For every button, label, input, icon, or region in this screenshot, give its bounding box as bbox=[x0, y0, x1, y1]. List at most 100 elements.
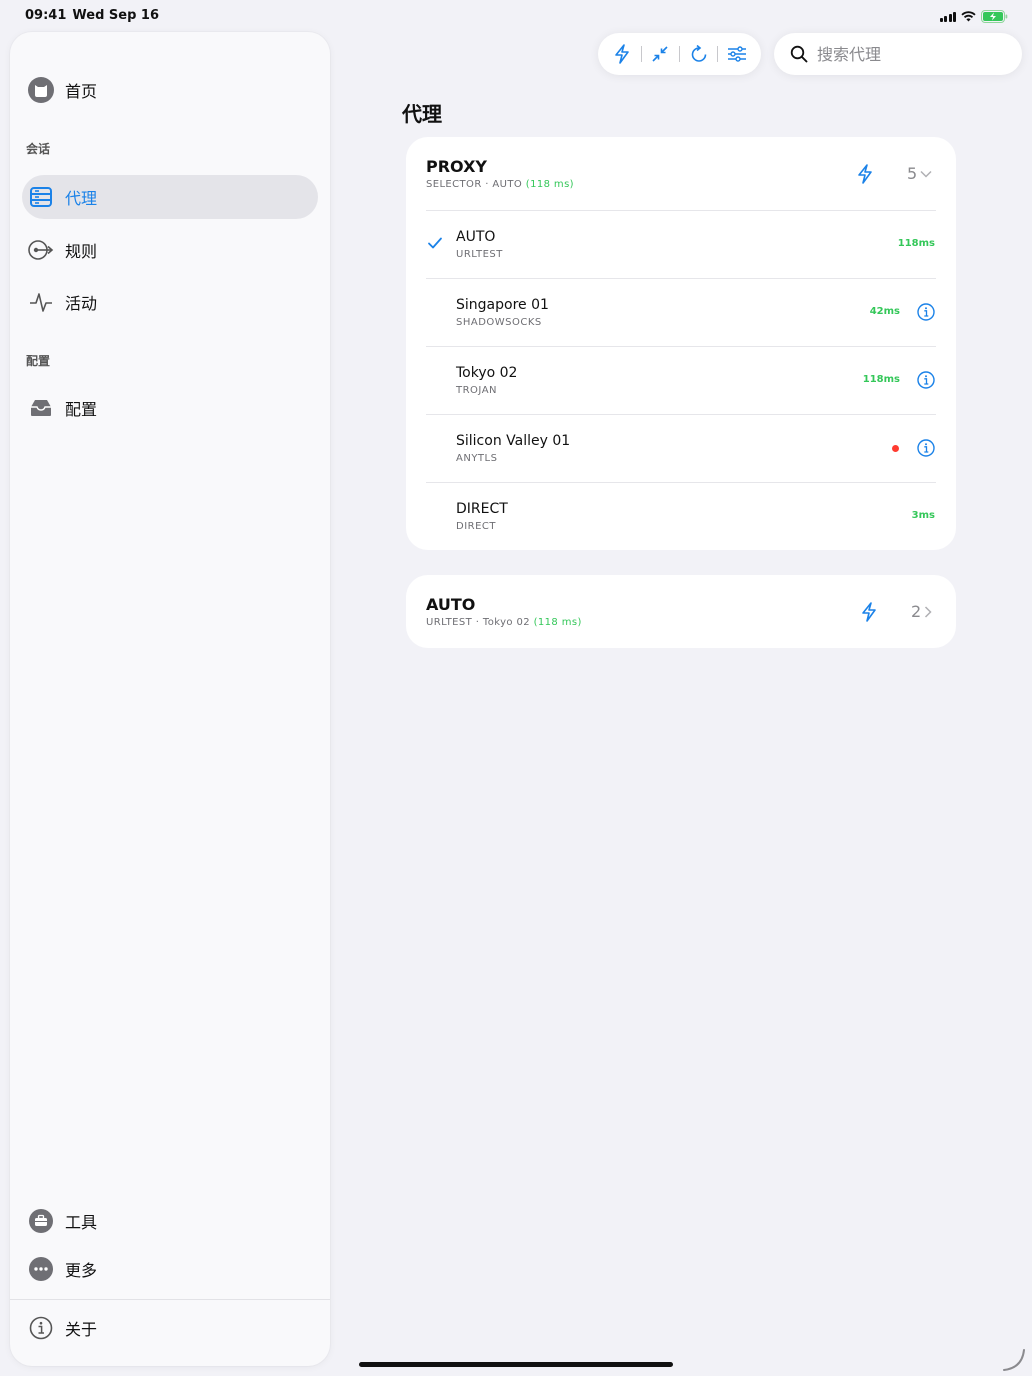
sidebar-item-label: 关于 bbox=[65, 1320, 98, 1339]
auto-group-card[interactable]: AUTO URLTEST · Tokyo 02 (118 ms) 2 bbox=[406, 575, 956, 648]
status-bar: 09:41 Wed Sep 16 bbox=[0, 0, 1032, 32]
proxy-name: Tokyo 02 bbox=[456, 365, 518, 381]
proxy-name: DIRECT bbox=[456, 501, 508, 517]
battery-charging-icon bbox=[981, 9, 1008, 23]
row-divider bbox=[426, 278, 936, 279]
status-indicators bbox=[939, 9, 1009, 23]
proxy-row-tokyo-02[interactable]: Tokyo 02 TROJAN 118ms bbox=[406, 346, 956, 414]
proxy-name: AUTO bbox=[456, 229, 496, 245]
wifi-icon bbox=[961, 10, 976, 21]
sidebar-item-config[interactable]: 配置 bbox=[22, 386, 318, 430]
group-count: 5 bbox=[907, 164, 918, 183]
sidebar-item-label: 活动 bbox=[65, 294, 98, 313]
proxy-type: DIRECT bbox=[456, 521, 497, 532]
server-stack-icon bbox=[27, 183, 55, 211]
proxy-name: Singapore 01 bbox=[456, 297, 549, 313]
proxy-row-silicon-valley-01[interactable]: Silicon Valley 01 ANYTLS bbox=[406, 414, 956, 482]
chevron-down-icon bbox=[920, 170, 932, 178]
sidebar: 首页 会话 代理 规则 活动 配置 配置 工具 更多 关于 bbox=[10, 32, 330, 1366]
sidebar-item-label: 代理 bbox=[65, 189, 98, 208]
info-icon[interactable] bbox=[917, 371, 935, 389]
chevron-right-icon bbox=[925, 605, 932, 618]
collapse-arrows-icon bbox=[652, 46, 668, 62]
search-bar[interactable] bbox=[774, 33, 1022, 75]
proxy-row-auto[interactable]: AUTO URLTEST 118ms bbox=[406, 210, 956, 278]
cellular-signal-icon bbox=[939, 11, 956, 22]
app-logo-icon bbox=[27, 76, 55, 104]
group-selected-latency: (118 ms) bbox=[533, 617, 582, 628]
page-title: 代理 bbox=[402, 102, 442, 126]
info-icon[interactable] bbox=[917, 303, 935, 321]
waveform-icon bbox=[27, 288, 55, 316]
sidebar-item-activity[interactable]: 活动 bbox=[22, 280, 318, 324]
group-test-latency-button[interactable] bbox=[859, 601, 879, 623]
group-subtitle: SELECTOR · AUTO (118 ms) bbox=[426, 179, 574, 190]
proxy-latency: 3ms bbox=[911, 510, 935, 521]
proxy-row-singapore-01[interactable]: Singapore 01 SHADOWSOCKS 42ms bbox=[406, 278, 956, 346]
toolbar bbox=[598, 33, 761, 75]
error-status-dot bbox=[892, 445, 899, 452]
bolt-icon bbox=[615, 44, 629, 64]
search-input[interactable] bbox=[817, 44, 1007, 64]
proxy-latency: 118ms bbox=[897, 238, 935, 249]
row-divider bbox=[426, 482, 936, 483]
collapse-all-button[interactable] bbox=[647, 41, 673, 67]
sidebar-item-rules[interactable]: 规则 bbox=[22, 228, 318, 272]
sidebar-item-tools[interactable]: 工具 bbox=[22, 1199, 318, 1243]
group-type: SELECTOR bbox=[426, 179, 482, 190]
row-divider bbox=[426, 210, 936, 211]
group-test-latency-button[interactable] bbox=[855, 163, 875, 185]
proxy-type: ANYTLS bbox=[456, 453, 498, 464]
sidebar-item-label: 规则 bbox=[65, 242, 98, 261]
status-clock: 09:41 bbox=[25, 8, 67, 23]
ellipsis-circle-icon bbox=[27, 1255, 55, 1283]
status-date: Wed Sep 16 bbox=[72, 8, 160, 23]
group-expand-toggle[interactable]: 5 bbox=[907, 164, 932, 183]
sidebar-item-proxies[interactable]: 代理 bbox=[22, 175, 318, 219]
status-time: 09:41 Wed Sep 16 bbox=[25, 8, 159, 23]
toolbar-separator bbox=[717, 46, 719, 62]
auto-group-header[interactable]: AUTO URLTEST · Tokyo 02 (118 ms) 2 bbox=[406, 575, 956, 648]
refresh-icon bbox=[691, 45, 706, 62]
sidebar-item-label: 更多 bbox=[65, 1261, 98, 1280]
sidebar-item-label: 首页 bbox=[65, 82, 98, 101]
resize-corner-icon[interactable] bbox=[1002, 1346, 1028, 1372]
refresh-button[interactable] bbox=[686, 41, 712, 67]
group-type: URLTEST bbox=[426, 617, 473, 628]
tray-icon bbox=[27, 394, 55, 422]
proxy-type: TROJAN bbox=[456, 385, 498, 396]
proxy-row-direct[interactable]: DIRECT DIRECT 3ms bbox=[406, 482, 956, 550]
home-indicator[interactable] bbox=[359, 1362, 673, 1367]
toolbox-icon bbox=[27, 1207, 55, 1235]
proxy-latency: 118ms bbox=[862, 374, 900, 385]
group-count: 2 bbox=[911, 602, 922, 621]
group-name: PROXY bbox=[426, 157, 487, 176]
toolbar-separator bbox=[640, 46, 642, 62]
info-circle-icon bbox=[27, 1314, 55, 1342]
route-icon bbox=[27, 236, 55, 264]
search-icon bbox=[790, 45, 808, 63]
row-divider bbox=[426, 346, 936, 347]
sidebar-item-about[interactable]: 关于 bbox=[22, 1306, 318, 1350]
toolbar-separator bbox=[678, 46, 680, 62]
sidebar-item-more[interactable]: 更多 bbox=[22, 1247, 318, 1291]
checkmark-icon bbox=[428, 237, 442, 249]
proxy-type: SHADOWSOCKS bbox=[456, 317, 542, 328]
info-icon[interactable] bbox=[917, 439, 935, 457]
group-selected: Tokyo 02 bbox=[482, 617, 531, 628]
sidebar-item-home[interactable]: 首页 bbox=[22, 68, 318, 112]
sidebar-divider bbox=[10, 1299, 330, 1300]
row-divider bbox=[426, 414, 936, 415]
group-open-button[interactable]: 2 bbox=[911, 602, 932, 621]
filter-button[interactable] bbox=[724, 41, 750, 67]
proxy-type: URLTEST bbox=[456, 249, 503, 260]
group-selected-latency: (118 ms) bbox=[525, 179, 574, 190]
sliders-icon bbox=[728, 46, 747, 62]
sidebar-item-label: 配置 bbox=[65, 400, 98, 419]
group-selected: AUTO bbox=[492, 179, 523, 190]
section-header-session: 会话 bbox=[26, 142, 51, 156]
proxy-name: Silicon Valley 01 bbox=[456, 433, 571, 449]
proxy-group-header[interactable]: PROXY SELECTOR · AUTO (118 ms) 5 bbox=[406, 137, 956, 210]
test-latency-button[interactable] bbox=[609, 41, 635, 67]
group-name: AUTO bbox=[426, 595, 476, 614]
